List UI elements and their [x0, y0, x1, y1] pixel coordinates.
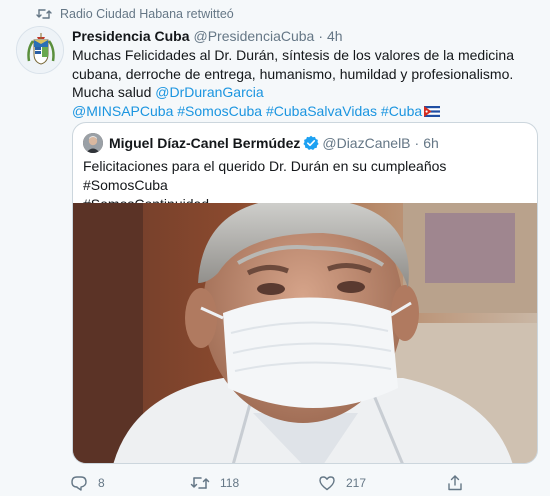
- quoted-tweet-line: Felicitaciones para el querido Dr. Durán…: [83, 158, 447, 193]
- share-icon: [448, 475, 462, 491]
- retweet-context: Radio Ciudad Habana retwitteó: [36, 6, 234, 22]
- quoted-tweet-photo[interactable]: [73, 203, 537, 463]
- verified-badge-icon: [303, 135, 319, 151]
- tweet[interactable]: Radio Ciudad Habana retwitteó Presidenci…: [0, 0, 550, 496]
- reply-icon: [71, 476, 87, 491]
- quoted-author-name[interactable]: Miguel Díaz-Canel Bermúdez: [109, 135, 300, 151]
- reply-button[interactable]: 8: [70, 474, 105, 492]
- author-name[interactable]: Presidencia Cuba: [72, 28, 190, 44]
- quoted-tweet[interactable]: Miguel Díaz-Canel Bermúdez @DiazCanelB ·…: [72, 122, 538, 464]
- coat-of-arms-icon: [17, 27, 63, 73]
- heart-icon: [319, 476, 335, 491]
- hashtag-link[interactable]: #SomosCuba: [177, 103, 262, 119]
- quoted-tweet-timestamp[interactable]: 6h: [423, 135, 439, 151]
- retweet-icon: [36, 8, 52, 20]
- mention-link[interactable]: @DrDuranGarcia: [155, 84, 263, 100]
- tweet-body-text: Muchas Felicidades al Dr. Durán, síntesi…: [72, 47, 514, 100]
- hashtag-link[interactable]: #CubaSalvaVidas: [266, 103, 377, 119]
- quoted-tweet-header: Miguel Díaz-Canel Bermúdez @DiazCanelB ·…: [83, 133, 439, 153]
- author-avatar[interactable]: [16, 26, 64, 74]
- tweet-header: Presidencia Cuba @PresidenciaCuba · 4h: [72, 28, 343, 44]
- reply-count: 8: [98, 476, 105, 490]
- hashtag-link[interactable]: #Cuba: [381, 103, 422, 119]
- separator-dot: ·: [414, 135, 420, 151]
- retweet-icon: [190, 477, 210, 489]
- retweet-context-label[interactable]: Radio Ciudad Habana retwitteó: [60, 7, 234, 21]
- mention-link[interactable]: @MINSAPCuba: [72, 103, 173, 119]
- retweet-count: 118: [220, 476, 240, 490]
- separator-dot: ·: [318, 28, 324, 44]
- like-count: 217: [346, 476, 367, 490]
- tweet-timestamp[interactable]: 4h: [327, 28, 343, 44]
- doctor-portrait-image: [73, 203, 537, 463]
- quoted-author-avatar[interactable]: [83, 133, 103, 153]
- tweet-actions: 8 118 217: [70, 474, 540, 492]
- share-button[interactable]: [446, 474, 474, 492]
- like-button[interactable]: 217: [318, 474, 366, 492]
- retweet-button[interactable]: 118: [190, 474, 239, 492]
- cuba-flag-icon: [424, 103, 441, 117]
- tweet-text: Muchas Felicidades al Dr. Durán, síntesi…: [72, 46, 538, 120]
- author-handle[interactable]: @PresidenciaCuba: [194, 28, 315, 44]
- quoted-author-handle[interactable]: @DiazCanelB: [322, 135, 410, 151]
